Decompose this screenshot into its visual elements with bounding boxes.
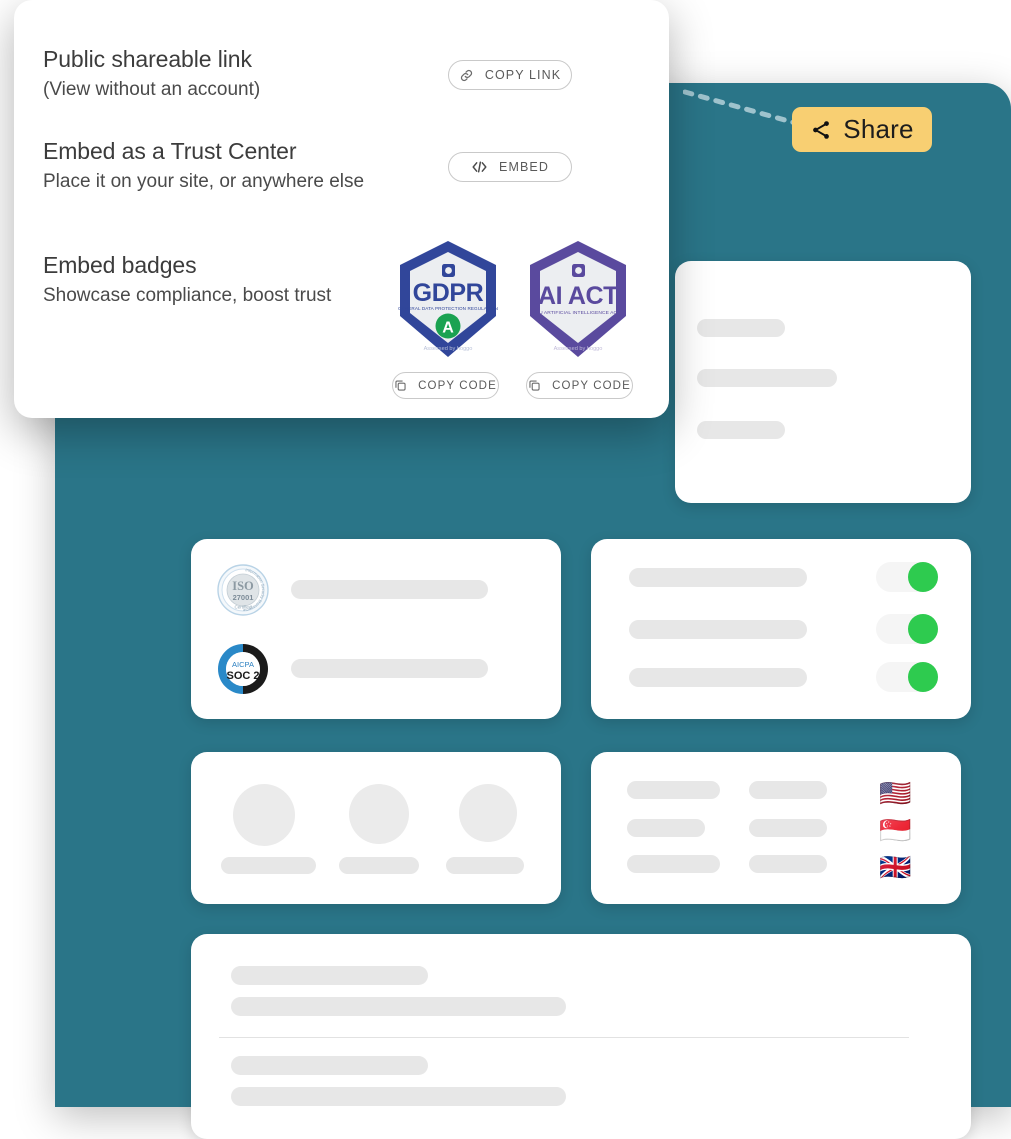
card-divider (219, 1037, 909, 1038)
copy-icon (528, 379, 541, 392)
skeleton-bar (231, 1087, 566, 1106)
avatar (233, 784, 295, 846)
svg-text:27001: 27001 (233, 593, 254, 602)
svg-text:AICPA: AICPA (232, 660, 254, 669)
iso-27001-badge-icon: ISO 27001 Certified Information Security… (216, 560, 269, 616)
skeleton-bar (627, 855, 720, 873)
share-button-label: Share (843, 114, 914, 144)
toggles-card (591, 539, 971, 719)
skeleton-bar (221, 857, 316, 874)
svg-text:EU ARTIFICIAL INTELLIGENCE ACT: EU ARTIFICIAL INTELLIGENCE ACT (536, 310, 621, 316)
share-row-embed: Embed as a Trust Center Place it on your… (43, 138, 483, 193)
certifications-card: ISO 27001 Certified Information Security… (191, 539, 561, 719)
copy-link-button[interactable]: COPY LINK (448, 60, 572, 90)
share-options-panel: Public shareable link (View without an a… (14, 0, 669, 418)
skeleton-bar (749, 855, 827, 873)
row-subtitle: (View without an account) (43, 79, 261, 100)
row-subtitle: Place it on your site, or anywhere else (43, 171, 365, 192)
skeleton-bar (446, 857, 524, 874)
skeleton-card-top (675, 261, 971, 503)
skeleton-card-bottom (191, 934, 971, 1139)
copy-icon (394, 379, 407, 392)
svg-text:GENERAL DATA PROTECTION REGULA: GENERAL DATA PROTECTION REGULATION (398, 306, 498, 311)
skeleton-bar (339, 857, 419, 874)
status-toggle[interactable] (876, 662, 938, 692)
flag-sg: 🇸🇬 (879, 816, 912, 846)
avatar (459, 784, 517, 842)
status-toggle[interactable] (876, 562, 938, 592)
aicpa-soc2-badge-icon: AICPA SOC 2 (217, 643, 269, 695)
team-avatars-card (191, 752, 561, 904)
toggle-knob (908, 562, 938, 592)
row-title: Embed badges (43, 252, 197, 278)
svg-text:GDPR: GDPR (413, 279, 484, 307)
skeleton-bar (629, 620, 807, 639)
copy-code-label: COPY CODE (552, 379, 631, 392)
row-title: Public shareable link (43, 46, 252, 72)
ai-act-badge[interactable]: AI ACT EU ARTIFICIAL INTELLIGENCE ACT As… (518, 238, 638, 360)
skeleton-bar (697, 421, 785, 439)
status-toggle[interactable] (876, 614, 938, 644)
svg-text:Assessed by hoggo: Assessed by hoggo (424, 346, 473, 352)
code-icon (471, 160, 488, 174)
copy-code-button-ai-act[interactable]: COPY CODE (526, 372, 633, 399)
toggle-knob (908, 614, 938, 644)
embed-label: EMBED (499, 160, 549, 174)
svg-text:SOC 2: SOC 2 (226, 670, 259, 682)
share-icon (810, 119, 832, 141)
skeleton-bar (697, 369, 837, 387)
svg-text:AI ACT: AI ACT (538, 282, 618, 310)
embed-button[interactable]: EMBED (448, 152, 572, 182)
skeleton-bar (291, 580, 488, 599)
copy-code-label: COPY CODE (418, 379, 497, 392)
share-button[interactable]: Share (792, 107, 932, 152)
regions-card: 🇺🇸 🇸🇬 🇬🇧 (591, 752, 961, 904)
skeleton-bar (627, 781, 720, 799)
share-row-public-link: Public shareable link (View without an a… (43, 46, 463, 101)
skeleton-bar (231, 966, 428, 985)
skeleton-bar (231, 997, 566, 1016)
share-row-badges: Embed badges Showcase compliance, boost … (43, 252, 433, 307)
toggle-knob (908, 662, 938, 692)
svg-text:A: A (442, 320, 454, 337)
row-subtitle: Showcase compliance, boost trust (43, 285, 332, 306)
skeleton-bar (749, 819, 827, 837)
skeleton-bar (629, 668, 807, 687)
copy-link-label: COPY LINK (484, 68, 562, 82)
skeleton-bar (629, 568, 807, 587)
skeleton-bar (291, 659, 488, 678)
flag-us: 🇺🇸 (879, 779, 912, 809)
link-icon (459, 68, 474, 83)
svg-text:ISO: ISO (232, 579, 254, 593)
flag-gb: 🇬🇧 (879, 853, 912, 883)
skeleton-bar (627, 819, 705, 837)
row-title: Embed as a Trust Center (43, 138, 297, 164)
gdpr-badge[interactable]: GDPR GENERAL DATA PROTECTION REGULATION … (388, 238, 508, 360)
avatar (349, 784, 409, 844)
skeleton-bar (231, 1056, 428, 1075)
svg-text:Assessed by hoggo: Assessed by hoggo (554, 346, 603, 352)
skeleton-bar (697, 319, 785, 337)
skeleton-bar (749, 781, 827, 799)
copy-code-button-gdpr[interactable]: COPY CODE (392, 372, 499, 399)
